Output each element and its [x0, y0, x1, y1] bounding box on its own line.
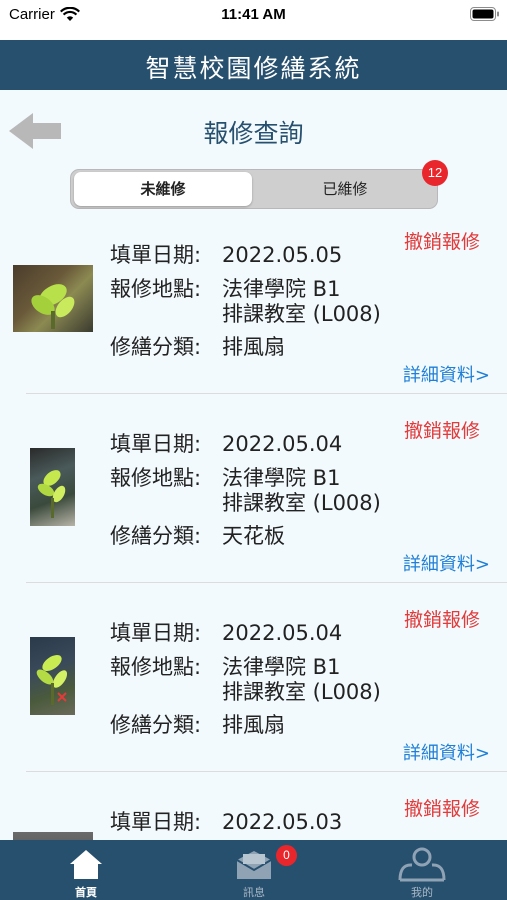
repair-photo[interactable] [30, 637, 75, 715]
details-link[interactable]: 詳細資料> [403, 739, 490, 765]
repair-record: 填單日期: 2022.05.03 撤銷報修 [0, 772, 507, 840]
date-label: 填單日期: [110, 621, 202, 645]
location-line2: 排課教室 (L008) [222, 680, 381, 704]
repair-photo[interactable] [13, 265, 93, 332]
page-title: 報修查詢 [203, 119, 304, 148]
unread-messages-badge: 0 [276, 845, 297, 866]
repair-record: 填單日期: 2022.05.04 報修地點: 法律學院 B1 排課教室 (L008) … [0, 583, 507, 772]
tab-completed[interactable]: 已維修 [255, 172, 435, 206]
battery-icon [470, 7, 499, 21]
completed-count-badge: 12 [422, 160, 448, 186]
category-label: 修繕分類: [110, 713, 202, 737]
repair-record: 填單日期: 2022.05.05 報修地點: 法律學院 B1 排課教室 (L008) … [0, 205, 507, 394]
details-link[interactable]: 詳細資料> [403, 550, 490, 576]
repair-photo[interactable] [13, 832, 93, 840]
bottom-tab-bar: 首頁 訊息 我的 [0, 840, 507, 900]
cancel-report-button[interactable]: 撤銷報修 [404, 605, 480, 632]
app-title: 智慧校園修繕系統 [145, 54, 362, 83]
report-date: 2022.05.05 [222, 243, 343, 267]
category-label: 修繕分類: [110, 335, 202, 359]
status-bar: Carrier 11:41 AM [0, 0, 507, 40]
repair-category: 天花板 [222, 524, 285, 548]
tab-home[interactable]: 首頁 [36, 840, 136, 900]
tab-messages-label: 訊息 [243, 886, 265, 899]
profile-icon [398, 847, 446, 882]
location-line2: 排課教室 (L008) [222, 491, 381, 515]
date-label: 填單日期: [110, 243, 202, 267]
report-date: 2022.05.03 [222, 810, 343, 834]
location-line2: 排課教室 (L008) [222, 302, 381, 326]
status-segmented-control: 未維修 已維修 [70, 169, 438, 209]
repair-record: 填單日期: 2022.05.04 報修地點: 法律學院 B1 排課教室 (L008) … [0, 394, 507, 583]
tab-pending[interactable]: 未維修 [74, 172, 252, 206]
cancel-report-button[interactable]: 撤銷報修 [404, 794, 480, 821]
date-label: 填單日期: [110, 810, 202, 834]
location-label: 報修地點: [110, 466, 202, 490]
report-date: 2022.05.04 [222, 621, 343, 645]
tab-profile[interactable]: 我的 [372, 840, 472, 900]
clock: 11:41 AM [221, 6, 286, 23]
cancel-report-button[interactable]: 撤銷報修 [404, 227, 480, 254]
plant-icon [37, 470, 66, 518]
repair-category: 排風扇 [222, 713, 285, 737]
plant-icon [31, 284, 75, 329]
date-label: 填單日期: [110, 432, 202, 456]
tab-profile-label: 我的 [411, 886, 433, 899]
details-link[interactable]: 詳細資料> [403, 361, 490, 387]
category-label: 修繕分類: [110, 524, 202, 548]
report-date: 2022.05.04 [222, 432, 343, 456]
location-label: 報修地點: [110, 655, 202, 679]
plant-icon [36, 655, 68, 705]
repair-photo[interactable] [30, 448, 75, 526]
cancel-report-button[interactable]: 撤銷報修 [404, 416, 480, 443]
tab-home-label: 首頁 [75, 886, 97, 899]
home-icon [70, 850, 102, 879]
mail-icon [236, 851, 272, 879]
location-label: 報修地點: [110, 277, 202, 301]
app-header: 智慧校園修繕系統 [0, 40, 507, 90]
repair-category: 排風扇 [222, 335, 285, 359]
